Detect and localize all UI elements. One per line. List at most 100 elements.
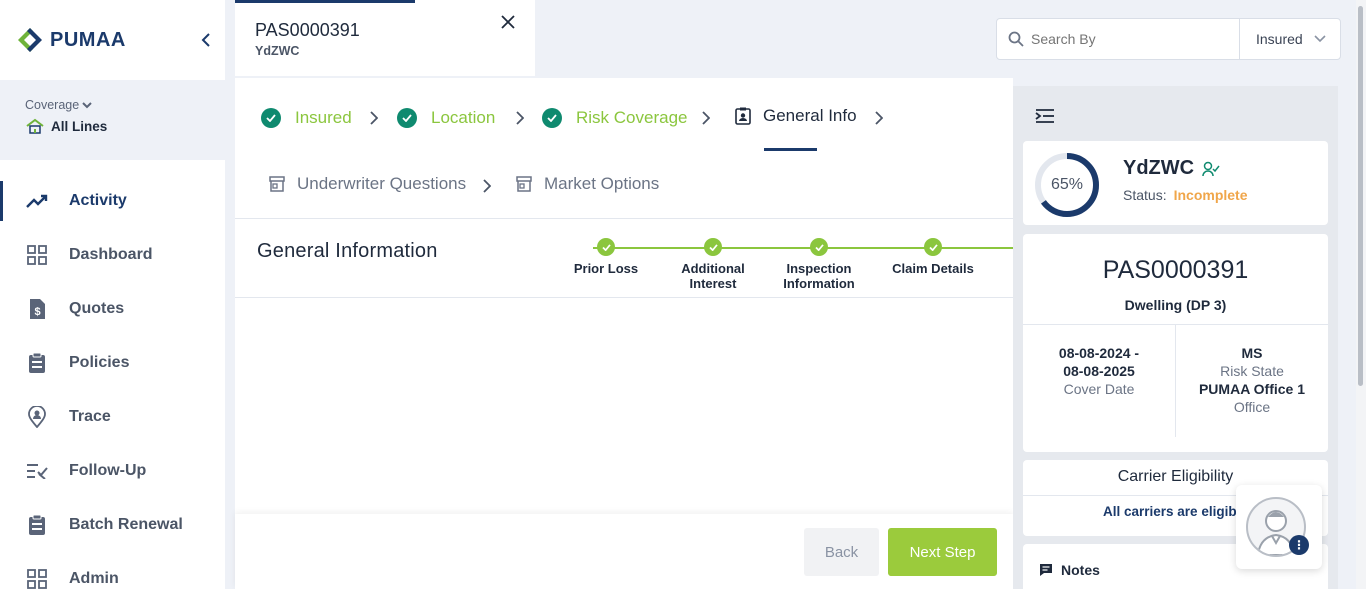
step-label: Location bbox=[431, 108, 496, 127]
trending-up-icon bbox=[26, 190, 48, 212]
nav-item-policies[interactable]: Policies bbox=[0, 336, 225, 390]
insured-name: YdZWC bbox=[1123, 157, 1195, 179]
id-badge-icon bbox=[735, 107, 751, 125]
location-user-icon bbox=[26, 406, 48, 428]
substep-claim-details[interactable]: Claim Details bbox=[887, 238, 979, 276]
status-label: Status: bbox=[1123, 187, 1167, 203]
close-tab-icon[interactable] bbox=[501, 12, 515, 35]
substep-label-line2: Information bbox=[783, 276, 855, 291]
substep-label: Inspection bbox=[786, 261, 852, 276]
check-circle-icon bbox=[597, 238, 615, 256]
step-label: Risk Coverage bbox=[576, 108, 688, 127]
scrollbar-thumb[interactable] bbox=[1358, 6, 1363, 386]
step-label: General Info bbox=[763, 106, 857, 125]
nav-label: Admin bbox=[69, 570, 119, 587]
nav-label: Batch Renewal bbox=[69, 516, 183, 533]
assistant-widget[interactable]: ⋮ bbox=[1236, 485, 1322, 569]
insured-card: 65% YdZWC Status: Incomplete bbox=[1023, 141, 1328, 225]
chevron-right-icon bbox=[516, 109, 525, 130]
substep-label-line2: Interest bbox=[689, 276, 737, 291]
coverage-selector[interactable]: Coverage All Lines bbox=[0, 80, 225, 160]
search-input[interactable] bbox=[1031, 19, 1239, 59]
svg-text:$: $ bbox=[34, 306, 40, 318]
substep-additional-interest[interactable]: Additional Interest bbox=[671, 238, 755, 291]
brand-name: PUMAA bbox=[50, 28, 126, 51]
carrier-title: Carrier Eligibility bbox=[1117, 468, 1234, 485]
divider bbox=[235, 218, 1013, 219]
chevron-right-icon bbox=[370, 109, 379, 130]
section-title: General Information bbox=[257, 240, 438, 262]
search-scope-select[interactable]: Insured bbox=[1240, 31, 1340, 47]
search-icon bbox=[1001, 31, 1031, 47]
substep-prior-loss[interactable]: Prior Loss bbox=[566, 238, 646, 276]
back-button[interactable]: Back bbox=[804, 528, 879, 576]
step-underwriter-questions[interactable]: Underwriter Questions bbox=[269, 174, 466, 194]
pumaa-logo-icon bbox=[18, 28, 42, 52]
chevron-down-icon bbox=[82, 102, 92, 109]
nav-item-dashboard[interactable]: Dashboard bbox=[0, 228, 225, 282]
page-scrollbar[interactable] bbox=[1356, 0, 1366, 589]
brand: PUMAA bbox=[0, 0, 225, 80]
clipboard-icon bbox=[26, 352, 48, 374]
cover-date-end: 08-08-2025 bbox=[1063, 363, 1135, 379]
divider bbox=[235, 297, 1013, 298]
sidebar: PUMAA Coverage All Lines Activity Dashbo… bbox=[0, 0, 225, 589]
nav-item-batch-renewal[interactable]: Batch Renewal bbox=[0, 498, 225, 552]
cover-date-start: 08-08-2024 - bbox=[1058, 345, 1140, 361]
collapse-panel-icon[interactable] bbox=[1035, 108, 1055, 129]
step-label: Underwriter Questions bbox=[297, 174, 467, 193]
storefront-icon bbox=[269, 176, 285, 192]
user-check-icon bbox=[1202, 161, 1220, 176]
check-circle-icon bbox=[542, 108, 562, 128]
grid-icon bbox=[26, 244, 48, 266]
substep-inspection-information[interactable]: Inspection Information bbox=[774, 238, 864, 291]
check-circle-icon bbox=[704, 238, 722, 256]
clipboard-list-icon bbox=[26, 514, 48, 536]
policy-id: PAS0000391 bbox=[1102, 256, 1249, 284]
cover-date-label: Cover Date bbox=[1063, 381, 1135, 397]
check-circle-icon bbox=[924, 238, 942, 256]
substep-label: Prior Loss bbox=[573, 261, 639, 276]
step-market-options[interactable]: Market Options bbox=[516, 174, 659, 194]
nav-item-activity[interactable]: Activity bbox=[0, 174, 225, 228]
step-location[interactable]: Location bbox=[397, 108, 495, 128]
completion-percent: 65% bbox=[1050, 176, 1084, 193]
step-risk-coverage[interactable]: Risk Coverage bbox=[542, 108, 688, 128]
step-general-info[interactable]: General Info bbox=[735, 106, 857, 126]
search-scope-value: Insured bbox=[1256, 31, 1303, 47]
list-check-icon bbox=[26, 460, 48, 482]
step-label: Insured bbox=[295, 108, 352, 127]
nav-label: Activity bbox=[69, 192, 127, 209]
search-bar: Insured bbox=[996, 18, 1341, 60]
nav-label: Trace bbox=[69, 408, 111, 425]
current-step-indicator bbox=[764, 148, 817, 151]
chevron-right-icon bbox=[702, 109, 711, 130]
nav-item-quotes[interactable]: $ Quotes bbox=[0, 282, 225, 336]
nav-item-admin[interactable]: Admin bbox=[0, 552, 225, 589]
policy-tab[interactable]: PAS0000391 YdZWC bbox=[235, 0, 535, 76]
storefront-icon bbox=[516, 176, 532, 192]
notes-label: Notes bbox=[1061, 562, 1100, 578]
nav-label: Quotes bbox=[69, 300, 125, 317]
substep-label: Claim Details bbox=[892, 261, 974, 276]
main-content: Insured Location Risk Coverage General I… bbox=[235, 78, 1013, 589]
check-circle-icon bbox=[397, 108, 417, 128]
nav-item-trace[interactable]: Trace bbox=[0, 390, 225, 444]
collapse-sidebar-icon[interactable] bbox=[201, 31, 211, 52]
office-label: Office bbox=[1233, 399, 1271, 415]
office-name: PUMAA Office 1 bbox=[1198, 381, 1306, 397]
risk-office-block: MS Risk State PUMAA Office 1 Office bbox=[1176, 344, 1328, 416]
coverage-value: All Lines bbox=[51, 118, 108, 134]
policy-type: Dwelling (DP 3) bbox=[1124, 297, 1227, 313]
more-options-icon[interactable]: ⋮ bbox=[1289, 535, 1309, 555]
dollar-document-icon: $ bbox=[26, 298, 48, 320]
nav-label: Dashboard bbox=[69, 246, 153, 263]
chevron-down-icon bbox=[1314, 35, 1326, 43]
next-step-button[interactable]: Next Step bbox=[888, 528, 997, 576]
note-icon bbox=[1040, 564, 1052, 576]
tab-title: PAS0000391 bbox=[255, 20, 360, 40]
step-insured[interactable]: Insured bbox=[261, 108, 352, 128]
status-badge: Incomplete bbox=[1173, 187, 1248, 203]
chevron-right-icon bbox=[875, 109, 884, 130]
nav-item-follow-up[interactable]: Follow-Up bbox=[0, 444, 225, 498]
